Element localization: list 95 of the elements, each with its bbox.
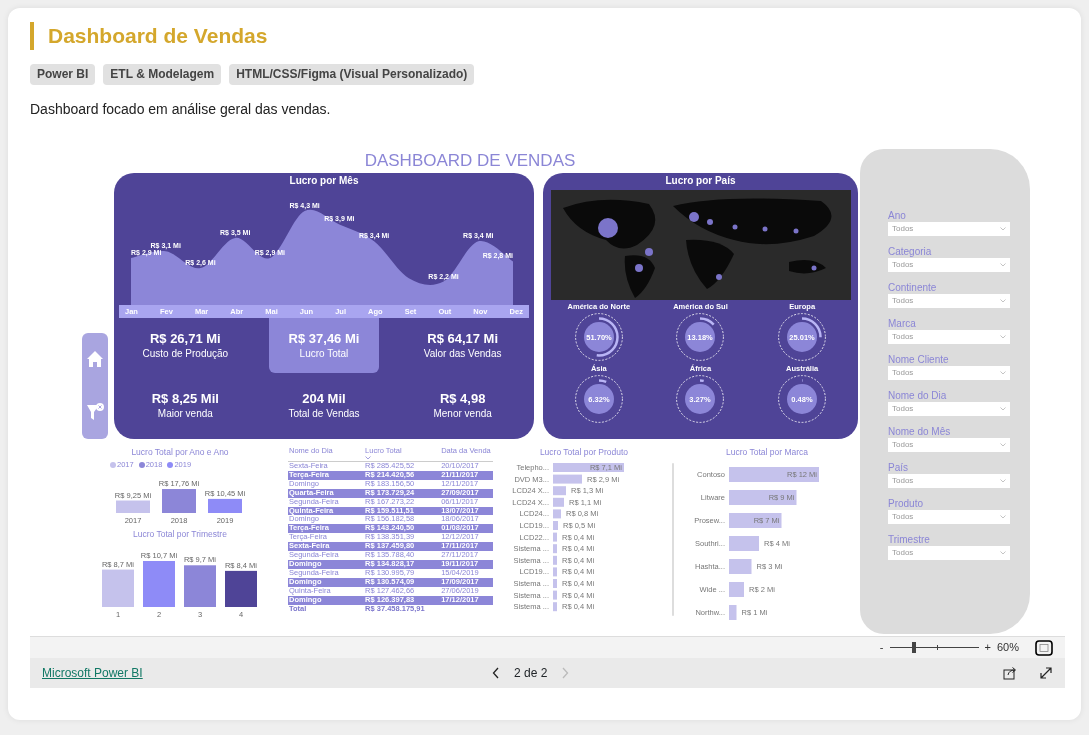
kpi-value: R$ 37,46 Mi xyxy=(288,330,360,347)
ring-center xyxy=(787,384,818,414)
legend-dot xyxy=(110,461,116,468)
legend-dot xyxy=(167,461,174,468)
bar xyxy=(553,590,557,600)
ring-center xyxy=(685,384,716,414)
chevron-down-icon xyxy=(1000,479,1006,483)
chevron-down-icon xyxy=(1000,551,1006,555)
ring-center xyxy=(685,322,716,352)
chevron-down-icon xyxy=(1000,515,1006,519)
slicer-label: Produto xyxy=(888,497,925,510)
bar xyxy=(553,579,557,588)
bar xyxy=(729,559,752,574)
kpi-label: Lucro Total xyxy=(299,346,349,360)
kpi-value: 204 Mil xyxy=(302,391,346,408)
bar xyxy=(116,500,150,513)
slicer-dropdown[interactable]: Todos xyxy=(888,474,1010,488)
slicer-dropdown[interactable]: Todos xyxy=(888,438,1010,452)
bar xyxy=(553,497,564,507)
slicer-label: Ano xyxy=(888,209,907,222)
bar xyxy=(208,498,242,513)
bar xyxy=(729,490,797,505)
slicer-dropdown[interactable]: Todos xyxy=(888,294,1010,308)
share-icon[interactable] xyxy=(1003,666,1017,680)
kpi-label: Total de Vendas xyxy=(288,407,360,421)
slicer-dropdown[interactable]: Todos xyxy=(888,546,1010,560)
fit-to-page-icon[interactable] xyxy=(1035,639,1053,656)
chevron-down-icon xyxy=(1000,299,1006,303)
slicer-label: Categoria xyxy=(888,245,933,258)
kpi-label: Valor das Vendas xyxy=(423,346,502,360)
bar xyxy=(184,565,216,607)
bar xyxy=(729,605,737,620)
kpi-value: R$ 4,98 xyxy=(439,391,486,408)
bar xyxy=(553,532,557,542)
bar xyxy=(553,567,557,577)
chart-title: Lucro por Mês xyxy=(289,175,359,187)
slicer-dropdown[interactable]: Todos xyxy=(888,510,1010,524)
kpi-label: Custo de Produção xyxy=(142,346,229,360)
slicer-label: Nome do Dia xyxy=(888,389,948,402)
slicer-label: Continente xyxy=(888,281,938,294)
kpi-value: R$ 26,71 Mi xyxy=(149,330,221,347)
page-title: Dashboard de Vendas xyxy=(30,22,1059,50)
tag: Power BI xyxy=(30,64,96,85)
slicer-label: Nome Cliente xyxy=(888,353,950,366)
slicer-label: Nome do Mês xyxy=(888,425,952,438)
zoom-reading: 60% xyxy=(996,640,1019,656)
chevron-down-icon xyxy=(1000,407,1006,411)
bar xyxy=(553,486,566,496)
bar xyxy=(225,570,257,607)
chart-title: Lucro por País xyxy=(665,175,736,187)
tag: ETL & Modelagem xyxy=(103,64,222,85)
bar xyxy=(729,536,759,551)
kpi-label: Maior venda xyxy=(157,407,213,421)
zoom-in-button[interactable]: + xyxy=(984,639,991,656)
previous-page-icon[interactable] xyxy=(492,667,500,679)
expand-icon[interactable] xyxy=(1039,666,1053,680)
chevron-down-icon xyxy=(1000,227,1006,231)
slicer-label: Trimestre xyxy=(888,533,931,546)
slicer-dropdown[interactable]: Todos xyxy=(888,402,1010,416)
chart-title: Lucro Total por Marca xyxy=(725,447,809,457)
bar xyxy=(143,561,175,607)
chevron-down-icon xyxy=(1000,371,1006,375)
kpi-value: R$ 64,17 Mi xyxy=(427,330,499,347)
zoom-out-button[interactable]: - xyxy=(879,639,884,656)
slicer-dropdown[interactable]: Todos xyxy=(888,222,1010,236)
legend-dot xyxy=(138,461,145,468)
bar xyxy=(553,463,624,472)
tag: HTML/CSS/Figma (Visual Personalizado) xyxy=(229,64,475,85)
description: Dashboard focado em análise geral das vendas. xyxy=(30,101,332,118)
chevron-down-icon xyxy=(1000,335,1006,339)
kpi-label: Menor venda xyxy=(433,407,492,421)
slicer-dropdown[interactable]: Todos xyxy=(888,330,1010,344)
bar xyxy=(729,582,744,597)
bar xyxy=(553,521,558,530)
chart-title: Lucro Total por Trimestre xyxy=(133,529,227,539)
slicer-dropdown[interactable]: Todos xyxy=(888,258,1010,272)
bar xyxy=(102,569,134,607)
bar xyxy=(553,602,557,612)
kpi-value: R$ 8,25 Mil xyxy=(151,391,219,408)
slicer-label: País xyxy=(888,461,909,474)
chart-title: Lucro Total por Produto xyxy=(539,447,629,457)
slicer-label: Marca xyxy=(888,317,917,330)
chart-title: Lucro Total por Ano e Ano xyxy=(131,447,229,457)
slicer-dropdown[interactable]: Todos xyxy=(888,366,1010,380)
power-bi-link[interactable]: Microsoft Power BI xyxy=(42,664,492,682)
bar xyxy=(553,509,561,519)
chevron-down-icon xyxy=(1000,443,1006,447)
page-indicator: 2 de 2 xyxy=(514,665,548,682)
bar xyxy=(553,474,582,484)
chevron-down-icon xyxy=(1000,263,1006,267)
bar xyxy=(162,489,196,513)
ring-center xyxy=(583,384,614,414)
bar xyxy=(729,513,782,528)
slider-thumb[interactable] xyxy=(911,642,916,653)
report-title: DASHBOARD DE VENDAS xyxy=(363,150,577,172)
